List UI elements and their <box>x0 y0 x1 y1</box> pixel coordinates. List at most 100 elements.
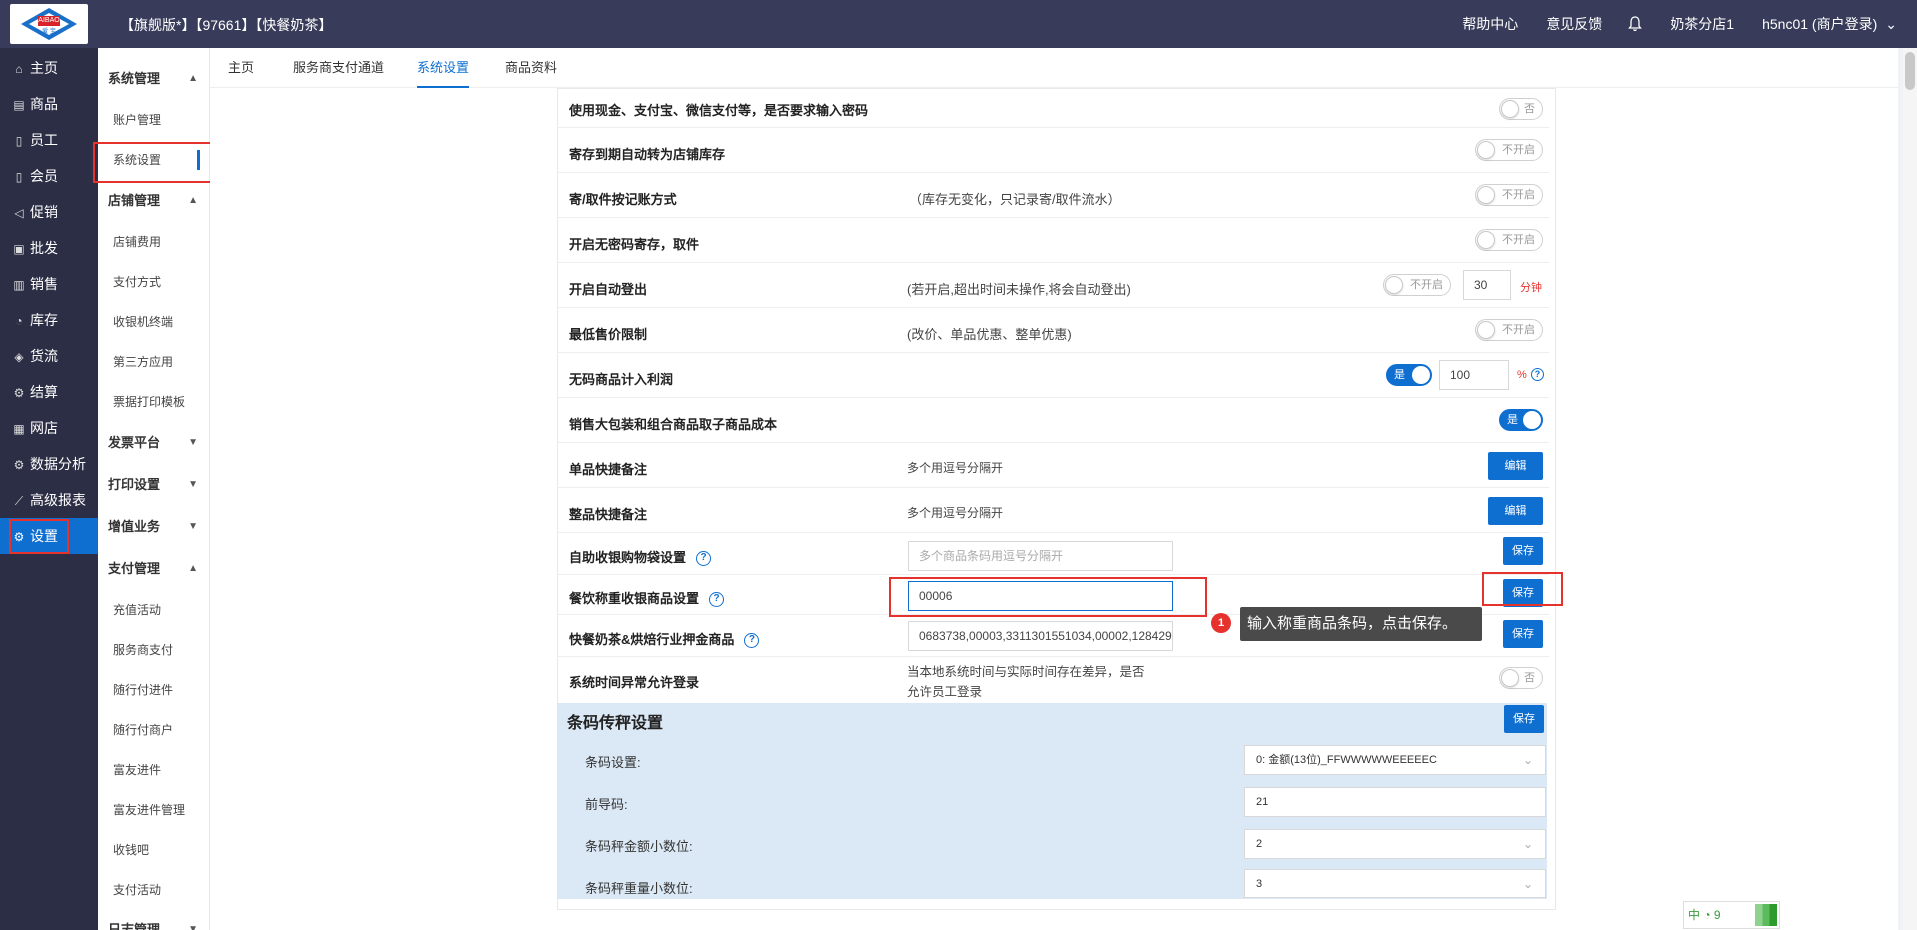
tab-home[interactable]: 主页 <box>228 48 254 88</box>
sidebar-item-settlement[interactable]: ⚙ 结算 <box>0 374 98 410</box>
submenu-item-sxf-merchant[interactable]: 随行付商户 <box>98 710 210 750</box>
setting-description-line1: 当本地系统时间与实际时间存在差异，是否 <box>907 665 1145 679</box>
submenu-item-provider-pay[interactable]: 服务商支付 <box>98 630 210 670</box>
group-label: 系统管理 <box>108 71 161 86</box>
submenu-item-fuyou-manage[interactable]: 富友进件管理 <box>98 790 210 830</box>
barcode-setting-select[interactable]: 0: 金额(13位)_FFWWWWWEEEEEC ⌄ <box>1244 745 1546 775</box>
aibao-logo[interactable]: AIBAO 爱 宝 <box>10 4 88 44</box>
setting-label: 自助收银购物袋设置 <box>569 550 687 565</box>
group-system-management[interactable]: 系统管理 ▲ <box>98 59 210 99</box>
uncoded-profit-input[interactable]: 100 <box>1439 360 1509 390</box>
group-invoice[interactable]: 发票平台 ▼ <box>98 423 210 463</box>
group-print-settings[interactable]: 打印设置 ▼ <box>98 465 210 505</box>
uncoded-profit-toggle[interactable]: 是 <box>1386 364 1432 386</box>
submenu-item-shouqianba[interactable]: 收钱吧 <box>98 830 210 870</box>
user-label: h5nc01 (商户登录) <box>1762 16 1878 32</box>
submenu-item-payment-methods[interactable]: 支付方式 <box>98 262 210 302</box>
setting-description: 多个用逗号分隔开 <box>907 506 1004 520</box>
auto-logout-toggle[interactable]: 不开启 <box>1383 274 1451 296</box>
vertical-scrollbar[interactable] <box>1903 48 1917 930</box>
group-payment-management[interactable]: 支付管理 ▲ <box>98 549 210 589</box>
scrollbar-thumb[interactable] <box>1905 52 1915 90</box>
sidebar-item-reports[interactable]: ⟋ 高级报表 <box>0 482 98 518</box>
tab-product-info[interactable]: 商品资料 <box>505 48 557 88</box>
deposit-goods-input[interactable]: 0683738,00003,3311301551034,00002,128429… <box>908 621 1173 651</box>
save-deposit-goods-button[interactable]: 保存 <box>1503 620 1543 648</box>
help-center-link[interactable]: 帮助中心 <box>1462 14 1518 34</box>
setting-label: 销售大包装和组合商品取子商品成本 <box>569 417 778 432</box>
sidebar-item-sales[interactable]: ▥ 销售 <box>0 266 98 302</box>
setting-description: （库存无变化，只记录寄/取件流水） <box>909 192 1121 207</box>
save-barcode-button[interactable]: 保存 <box>1504 705 1544 733</box>
sidebar-label: 主页 <box>30 60 58 76</box>
submenu-item-sxf-onboard[interactable]: 随行付进件 <box>98 670 210 710</box>
sidebar-item-analysis[interactable]: ⚙ 数据分析 <box>0 446 98 482</box>
sidebar-item-goods[interactable]: ▤ 商品 <box>0 86 98 122</box>
logo-subtext: 爱 宝 <box>42 29 56 35</box>
sidebar-item-eshop[interactable]: ▦ 网店 <box>0 410 98 446</box>
help-icon[interactable]: ? <box>709 592 725 608</box>
setting-label: 开启无密码寄存，取件 <box>569 237 700 252</box>
sidebar-label: 结算 <box>30 384 58 400</box>
bell-icon[interactable] <box>1628 16 1643 32</box>
chevron-down-icon: ⌄ <box>1522 753 1533 767</box>
no-password-deposit-toggle[interactable]: 不开启 <box>1475 229 1543 251</box>
sidebar-label: 会员 <box>30 168 58 184</box>
submenu-item-fuyou-onboard[interactable]: 富友进件 <box>98 750 210 790</box>
submenu-item-store-fees[interactable]: 店铺费用 <box>98 222 210 262</box>
toggle-knob <box>1523 411 1541 429</box>
top-bar: AIBAO 爱 宝 【旗舰版*】【97661】【快餐奶茶】 帮助中心 意见反馈 … <box>0 0 1917 48</box>
edit-whole-remark-button[interactable]: 编辑 <box>1488 497 1543 525</box>
submenu-item-account[interactable]: 账户管理 <box>98 100 210 140</box>
min-price-toggle[interactable]: 不开启 <box>1475 319 1543 341</box>
sidebar-item-home[interactable]: ⌂ 主页 <box>0 50 98 86</box>
bundle-cost-toggle[interactable]: 是 <box>1499 409 1543 431</box>
group-store-management[interactable]: 店铺管理 ▲ <box>98 181 210 221</box>
setting-description: 多个用逗号分隔开 <box>907 461 1004 475</box>
chevron-up-icon: ▲ <box>188 563 198 574</box>
auto-logout-minutes-input[interactable]: 30 <box>1463 270 1511 300</box>
chevron-down-icon: ⌄ <box>1522 877 1533 891</box>
toggle-text: 是 <box>1394 369 1405 381</box>
submenu-item-print-templates[interactable]: 票据打印模板 <box>98 382 210 422</box>
setting-label-wrap: 餐饮称重收银商品设置? <box>569 588 725 608</box>
setting-label: 寄/取件按记账方式 <box>569 192 677 207</box>
submenu-item-third-party[interactable]: 第三方应用 <box>98 342 210 382</box>
tab-system-settings[interactable]: 系统设置 <box>417 48 470 88</box>
line-chart-icon: ⟋ <box>14 494 24 508</box>
home-icon: ⌂ <box>15 62 23 76</box>
group-log-management[interactable]: 日志管理 ▼ <box>98 910 210 930</box>
ime-toolbar[interactable]: 中 ◔ 9 <box>1683 901 1780 929</box>
group-label: 支付管理 <box>108 561 161 576</box>
payment-password-toggle[interactable]: 否 <box>1499 98 1543 120</box>
tab-provider-channel[interactable]: 服务商支付通道 <box>293 48 384 88</box>
group-value-added[interactable]: 增值业务 ▼ <box>98 507 210 547</box>
submenu-item-pay-activity[interactable]: 支付活动 <box>98 870 210 910</box>
store-switch[interactable]: 奶茶分店1 <box>1670 14 1734 34</box>
toggle-text: 不开启 <box>1502 144 1535 156</box>
edit-single-remark-button[interactable]: 编辑 <box>1488 452 1543 480</box>
sidebar-item-wholesale[interactable]: ▣ 批发 <box>0 230 98 266</box>
setting-label-wrap: 自助收银购物袋设置? <box>569 547 712 567</box>
sidebar-item-inventory[interactable]: ◔ 库存 <box>0 302 98 338</box>
sidebar-item-member[interactable]: ▯ 会员 <box>0 158 98 194</box>
help-icon[interactable]: ? <box>744 633 760 649</box>
toggle-knob <box>1477 141 1495 159</box>
sidebar-item-promotion[interactable]: ◁ 促销 <box>0 194 98 230</box>
submenu-item-recharge[interactable]: 充值活动 <box>98 590 210 630</box>
time-anomaly-toggle[interactable]: 否 <box>1499 667 1543 689</box>
deposit-expire-toggle[interactable]: 不开启 <box>1475 139 1543 161</box>
save-shopping-bag-button[interactable]: 保存 <box>1503 537 1543 565</box>
weight-decimal-select[interactable]: 3 ⌄ <box>1244 869 1546 898</box>
feedback-link[interactable]: 意见反馈 <box>1546 14 1602 34</box>
sidebar-item-logistics[interactable]: ◈ 货流 <box>0 338 98 374</box>
help-icon[interactable]: ? <box>1531 368 1544 381</box>
help-icon[interactable]: ? <box>696 551 712 567</box>
pickup-accounting-toggle[interactable]: 不开启 <box>1475 184 1543 206</box>
sidebar-item-staff[interactable]: ▯ 员工 <box>0 122 98 158</box>
prefix-code-input[interactable]: 21 <box>1244 787 1546 817</box>
shopping-bag-input[interactable]: 多个商品条码用逗号分隔开 <box>908 541 1173 571</box>
user-menu[interactable]: h5nc01 (商户登录) ⌄ <box>1762 14 1897 34</box>
submenu-item-pos-terminals[interactable]: 收银机终端 <box>98 302 210 342</box>
amount-decimal-select[interactable]: 2 ⌄ <box>1244 829 1546 859</box>
